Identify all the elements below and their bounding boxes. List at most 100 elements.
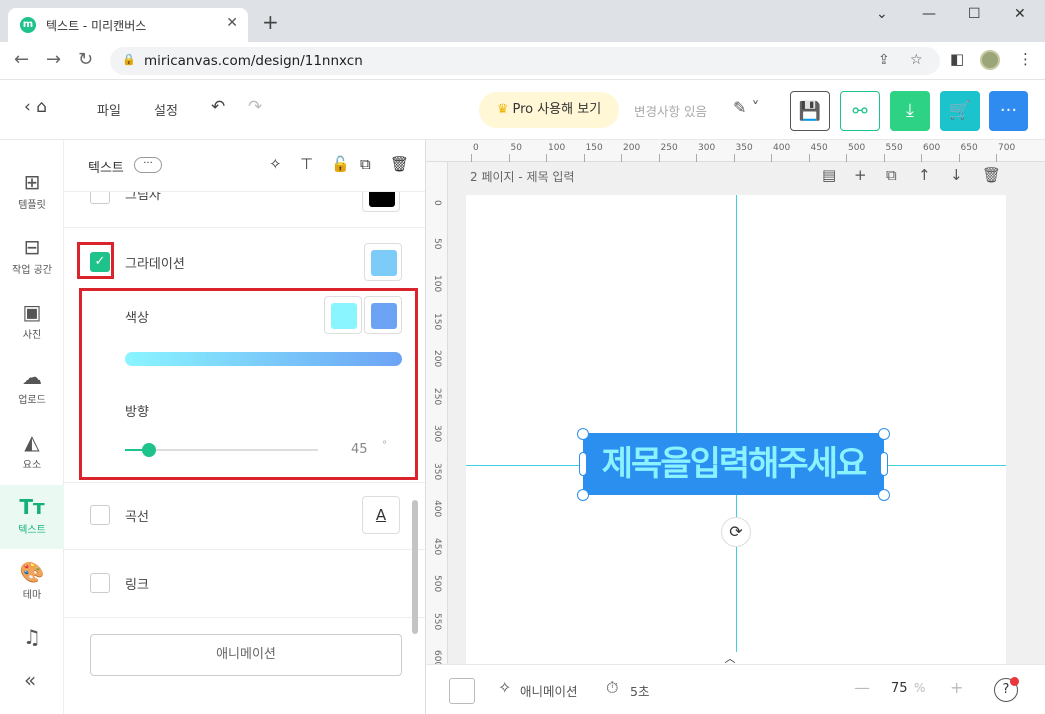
collapse-sidebar-icon[interactable]: «	[24, 668, 36, 692]
direction-value[interactable]: 45	[351, 442, 368, 457]
sidebar-item-theme[interactable]: 🎨 테마	[0, 550, 64, 614]
sidebar-item-text[interactable]: Tт 텍스트	[0, 485, 64, 549]
page-label[interactable]: 2 페이지 - 제목 입력	[470, 168, 575, 185]
redo-icon[interactable]: ↷	[248, 97, 262, 117]
background-color-button[interactable]	[449, 678, 475, 704]
minimize-icon[interactable]: —	[922, 6, 936, 22]
ruler-y-label: 300	[432, 425, 442, 443]
style-copy-icon[interactable]: ⊤	[300, 155, 313, 173]
ruler-x-label: 650	[960, 143, 978, 153]
ruler-x-label: 300	[698, 143, 716, 153]
delete-icon[interactable]: 🗑	[390, 155, 409, 173]
horizontal-ruler: 0 50 100 150 200 250 300 350 400 450 500 550 600 650 7…	[426, 140, 1045, 162]
pen-dropdown-icon[interactable]: ✎ ˅	[733, 98, 760, 117]
resize-handle-top-left[interactable]	[577, 428, 589, 440]
theme-icon: 🎨	[19, 560, 45, 584]
selected-text-element[interactable]: 제목을입력해주세요	[583, 433, 884, 495]
sidebar-item-template[interactable]: ⊞ 템플릿	[0, 160, 64, 224]
profile-avatar[interactable]	[980, 50, 1000, 70]
resize-handle-top-right[interactable]	[878, 428, 890, 440]
file-menu[interactable]: 파일	[97, 100, 121, 119]
save-button[interactable]: 💾	[790, 91, 830, 131]
animation-label[interactable]: 애니메이션	[520, 681, 578, 700]
title-text[interactable]: 제목을입력해주세요	[583, 433, 884, 495]
sidebar-item-elements[interactable]: ◭ 요소	[0, 420, 64, 484]
animation-button[interactable]: 애니메이션	[90, 634, 402, 676]
pro-trial-button[interactable]: ♛ Pro 사용해 보기	[479, 92, 619, 128]
notification-dot	[1010, 677, 1019, 686]
sidebar-item-workspace[interactable]: ⊟ 작업 공간	[0, 225, 64, 289]
animation-wand-icon[interactable]: ✧	[498, 678, 511, 697]
window-close-icon[interactable]: ✕	[1014, 6, 1026, 22]
zoom-value[interactable]: 75	[891, 681, 908, 696]
photo-icon: ▣	[22, 300, 42, 324]
lock-icon[interactable]: 🔓	[331, 155, 350, 173]
sidebar-item-upload[interactable]: ☁ 업로드	[0, 355, 64, 419]
link-checkbox[interactable]	[90, 573, 110, 593]
direction-slider[interactable]	[125, 443, 318, 457]
save-icon: 💾	[798, 101, 822, 122]
undo-icon[interactable]: ↶	[211, 97, 225, 117]
panel-header: 텍스트 ··· ✧ ⊤ 🔓 ⧉ 🗑	[64, 140, 425, 192]
zoom-out-icon[interactable]: —	[854, 678, 870, 697]
bookmark-star-icon[interactable]: ☆	[910, 52, 923, 68]
curve-checkbox[interactable]	[90, 505, 110, 525]
ruler-x-label: 450	[810, 143, 828, 153]
more-icon: ···	[999, 100, 1018, 121]
music-icon: ♫	[23, 625, 41, 649]
panel-scrollbar[interactable]	[412, 500, 418, 634]
animation-wand-icon[interactable]: ✧	[269, 155, 282, 173]
ruler-x-tick	[621, 154, 622, 162]
page-list-toggle-icon[interactable]: ︿	[696, 652, 764, 664]
page-memo-icon[interactable]: ▤	[822, 166, 836, 184]
ruler-x-tick	[846, 154, 847, 162]
resize-handle-right[interactable]	[880, 452, 888, 476]
forward-icon[interactable]: →	[46, 50, 61, 70]
resize-handle-bottom-right[interactable]	[878, 489, 890, 501]
settings-menu[interactable]: 설정	[154, 100, 178, 119]
gradient-end-swatch[interactable]	[364, 296, 402, 334]
move-up-icon[interactable]: ↑	[918, 166, 931, 184]
resize-handle-left[interactable]	[579, 452, 587, 476]
zoom-in-icon[interactable]: +	[950, 678, 963, 697]
close-tab-icon[interactable]: ✕	[226, 15, 238, 31]
sidebar-label: 사진	[22, 330, 42, 341]
reload-icon[interactable]: ↻	[78, 50, 93, 70]
upload-icon: ☁	[22, 365, 42, 389]
curve-label: 곡선	[125, 510, 149, 525]
more-options-button[interactable]: ···	[989, 91, 1028, 131]
home-back-icon[interactable]: ‹ ⌂	[24, 97, 47, 117]
timer-icon[interactable]: ⏱	[606, 678, 618, 698]
ruler-x-label: 500	[848, 143, 866, 153]
url-field[interactable]: 🔒 miricanvas.com/design/11nnxcn ⇪ ☆	[110, 47, 940, 75]
ruler-x-tick	[958, 154, 960, 162]
move-down-icon[interactable]: ↓	[950, 166, 963, 184]
share-page-icon[interactable]: ⇪	[878, 52, 890, 68]
new-tab-button[interactable]: +	[262, 12, 279, 32]
add-page-icon[interactable]: +	[854, 166, 867, 184]
sidebar-item-photo[interactable]: ▣ 사진	[0, 290, 64, 354]
ruler-y-label: 350	[432, 462, 442, 480]
browser-tab[interactable]: m 텍스트 - 미리캔버스 ✕	[8, 8, 248, 42]
rotate-handle-icon[interactable]: ⟳	[721, 517, 751, 547]
panel-more-button[interactable]: ···	[134, 157, 162, 173]
browser-menu-icon[interactable]: ⋮	[1018, 50, 1033, 68]
print-order-button[interactable]: 🛒	[940, 91, 980, 131]
gradient-start-swatch[interactable]	[324, 296, 362, 334]
duration-label[interactable]: 5초	[630, 681, 649, 700]
tab-search-icon[interactable]: ⌄	[876, 6, 888, 22]
resize-handle-bottom-left[interactable]	[577, 489, 589, 501]
maximize-icon[interactable]: ☐	[968, 6, 981, 22]
curve-settings-button[interactable]: A	[362, 496, 400, 534]
gradient-color-swatch[interactable]	[364, 243, 402, 281]
back-icon[interactable]: ←	[14, 50, 29, 70]
copy-page-icon[interactable]: ⧉	[886, 166, 897, 184]
duplicate-icon[interactable]: ⧉	[360, 155, 371, 173]
ruler-x-tick	[696, 154, 697, 162]
delete-page-icon[interactable]: 🗑	[982, 166, 1001, 184]
zoom-unit: %	[914, 681, 926, 695]
share-button[interactable]: ⚯	[840, 91, 880, 131]
highlight-gradient-checkbox	[77, 242, 114, 279]
download-button[interactable]: ⤓	[890, 91, 930, 131]
sidebar-toggle-icon[interactable]: ◧	[950, 50, 964, 68]
